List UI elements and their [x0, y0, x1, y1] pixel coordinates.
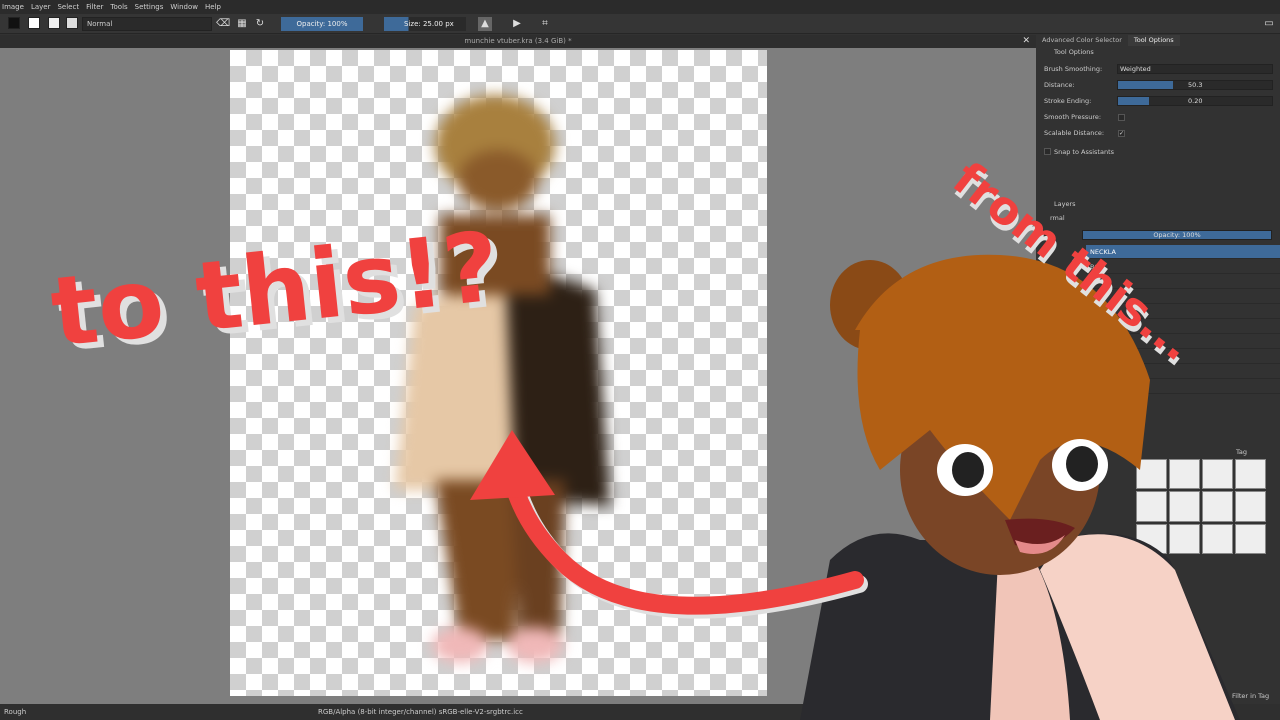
brush-toolbar: Normal ⌫ ▦ ↻ Opacity: 100% Size: 25.00 p… [0, 14, 1280, 34]
blend-mode-select[interactable]: Normal [82, 17, 212, 31]
layer-row[interactable]: eeve [1086, 305, 1280, 319]
scalable-distance-label: Scalable Distance: [1044, 129, 1105, 137]
canvas-area[interactable] [0, 48, 1036, 704]
document-tab[interactable]: munchie vtuber.kra (3.4 GiB) * ✕ [0, 35, 1036, 48]
menu-layer[interactable]: Layer [31, 3, 51, 11]
menu-help[interactable]: Help [205, 3, 221, 11]
brush-smoothing-label: Brush Smoothing: [1044, 65, 1103, 73]
wrap-around-icon[interactable]: ⌗ [538, 17, 552, 31]
layer-row[interactable]: RTS [1086, 290, 1280, 304]
menu-settings[interactable]: Settings [135, 3, 164, 11]
menu-window[interactable]: Window [170, 3, 198, 11]
brush-preset[interactable] [1169, 523, 1200, 554]
smooth-pressure-label: Smooth Pressure: [1044, 113, 1102, 121]
distance-label: Distance: [1044, 81, 1075, 89]
layers-header: Layers [1054, 200, 1076, 208]
brush-preset[interactable] [1202, 523, 1233, 554]
brush-presets-grid [1136, 459, 1266, 554]
snap-to-assistants-checkbox[interactable] [1044, 148, 1051, 155]
opacity-slider[interactable]: Opacity: 100% [281, 17, 363, 31]
distance-value: 50.3 [1188, 81, 1203, 89]
tab-advanced-color-selector[interactable]: Advanced Color Selector [1036, 35, 1128, 46]
menu-image[interactable]: Image [2, 3, 24, 11]
brush-preset[interactable] [1136, 459, 1167, 490]
brush-preset[interactable] [1235, 491, 1266, 522]
stroke-ending-value: 0.20 [1188, 97, 1203, 105]
brush-preset[interactable] [1136, 491, 1167, 522]
layer-row[interactable] [1086, 380, 1280, 394]
close-document-icon[interactable]: ✕ [1022, 35, 1030, 48]
docker-tabs: Advanced Color Selector Tool Options [1036, 35, 1280, 46]
brush-preset[interactable] [1235, 459, 1266, 490]
menu-bar: Image Layer Select Filter Tools Settings… [0, 0, 1280, 14]
menu-tools[interactable]: Tools [110, 3, 127, 11]
layers-opacity-slider[interactable]: Opacity: 100% [1082, 230, 1272, 240]
size-slider[interactable]: Size: 25.00 px [384, 17, 466, 31]
eraser-icon[interactable]: ⌫ [216, 17, 230, 31]
brush-tag-label[interactable]: Tag [1236, 447, 1247, 457]
alpha-lock-icon[interactable]: ▦ [235, 17, 249, 31]
layer-row[interactable]: NECKLA [1086, 245, 1280, 259]
stroke-ending-slider[interactable]: 0.20 [1117, 96, 1273, 106]
brush-preset[interactable] [1202, 459, 1233, 490]
layer-row[interactable] [1086, 365, 1280, 379]
reload-preset-icon[interactable]: ↻ [253, 17, 267, 31]
brush-smoothing-select[interactable]: Weighted [1117, 64, 1273, 74]
blurred-character-figure [395, 95, 610, 663]
layer-row[interactable] [1086, 320, 1280, 334]
brush-preset-icon[interactable] [66, 17, 78, 29]
snap-to-assistants-label: Snap to Assistants [1054, 148, 1115, 156]
canvas-page[interactable] [230, 50, 767, 696]
pattern-icon[interactable] [48, 17, 60, 29]
layers-opacity-value: Opacity: 100% [1153, 231, 1201, 239]
krita-window: Image Layer Select Filter Tools Settings… [0, 0, 1280, 720]
brush-preset[interactable] [1202, 491, 1233, 522]
right-docker-panel: Advanced Color Selector Tool Options Too… [1036, 35, 1280, 704]
document-title: munchie vtuber.kra (3.4 GiB) * [464, 37, 572, 45]
mirror-horizontal-icon[interactable]: ▲ [478, 17, 492, 31]
mirror-vertical-icon[interactable]: ▶ [510, 17, 524, 31]
brush-preset[interactable] [1136, 523, 1167, 554]
brush-smoothing-value: Weighted [1120, 65, 1151, 73]
brush-preset[interactable] [1169, 491, 1200, 522]
layer-row[interactable]: BO [1086, 260, 1280, 274]
foreground-color-swatch[interactable] [8, 17, 20, 29]
layout-icon[interactable]: ▭ [1262, 17, 1276, 31]
status-brush-name: Rough [4, 708, 27, 716]
filter-in-tag-label[interactable]: Filter in Tag [1232, 691, 1269, 701]
layers-blend-mode[interactable]: rmal [1050, 213, 1065, 223]
layer-row[interactable] [1086, 275, 1280, 289]
menu-filter[interactable]: Filter [86, 3, 103, 11]
menu-select[interactable]: Select [57, 3, 79, 11]
status-bar: Rough RGB/Alpha (8-bit integer/channel) … [0, 704, 1280, 720]
status-color-profile: RGB/Alpha (8-bit integer/channel) sRGB-e… [318, 708, 523, 716]
stroke-ending-label: Stroke Ending: [1044, 97, 1092, 105]
tab-tool-options[interactable]: Tool Options [1127, 35, 1180, 46]
distance-slider[interactable]: 50.3 [1117, 80, 1273, 90]
brush-preset[interactable] [1169, 459, 1200, 490]
layer-row[interactable] [1086, 350, 1280, 364]
tool-options-header: Tool Options [1054, 48, 1094, 56]
scalable-distance-checkbox[interactable]: ✓ [1118, 130, 1125, 137]
brush-preset[interactable] [1235, 523, 1266, 554]
layer-row[interactable] [1086, 335, 1280, 349]
smooth-pressure-checkbox[interactable] [1118, 114, 1125, 121]
background-color-swatch[interactable] [28, 17, 40, 29]
